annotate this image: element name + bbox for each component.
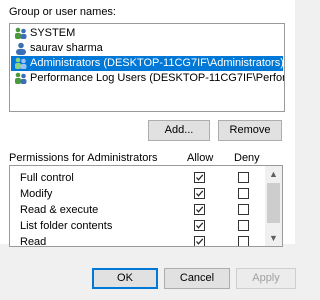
list-item-administrators[interactable]: Administrators (DESKTOP-11CG7IF\Administ…: [11, 56, 284, 71]
deny-checkbox[interactable]: [238, 204, 249, 215]
allow-checkbox[interactable]: [194, 172, 205, 183]
deny-checkbox[interactable]: [238, 236, 249, 246]
deny-checkbox[interactable]: [238, 220, 249, 231]
allow-checkbox[interactable]: [194, 236, 205, 246]
permission-row-read-execute: Read & execute: [10, 202, 265, 218]
list-item-label: Administrators (DESKTOP-11CG7IF\Administ…: [30, 57, 284, 69]
allow-checkbox[interactable]: [194, 188, 205, 199]
deny-header: Deny: [234, 152, 260, 164]
list-item-label: saurav sharma: [30, 42, 103, 54]
user-group-icon: [14, 57, 28, 70]
ok-button[interactable]: OK: [92, 268, 158, 289]
permission-row-list-folder-contents: List folder contents: [10, 218, 265, 234]
list-item-label: Performance Log Users (DESKTOP-11CG7IF\P…: [30, 72, 284, 84]
permission-row-read: Read: [10, 234, 265, 247]
add-button[interactable]: Add...: [148, 120, 210, 141]
permission-row-full-control: Full control: [10, 170, 265, 186]
allow-checkbox[interactable]: [194, 204, 205, 215]
chevron-up-icon[interactable]: ▲: [265, 166, 282, 182]
user-group-icon: [14, 72, 28, 85]
permission-label: Read & execute: [20, 204, 99, 216]
permissions-list: Full control Modify Read & execute List …: [9, 165, 283, 247]
allow-header: Allow: [187, 152, 214, 164]
permission-label: List folder contents: [20, 220, 113, 232]
chevron-down-icon[interactable]: ▼: [265, 230, 282, 246]
permission-label: Read: [20, 236, 47, 247]
cancel-button[interactable]: Cancel: [164, 268, 230, 289]
deny-checkbox[interactable]: [238, 188, 249, 199]
user-icon: [14, 42, 28, 55]
list-item-saurav[interactable]: saurav sharma: [11, 41, 283, 56]
apply-button[interactable]: Apply: [236, 268, 296, 289]
list-item-system[interactable]: SYSTEM: [11, 26, 283, 41]
permission-label: Modify: [20, 188, 53, 200]
permission-row-modify: Modify: [10, 186, 265, 202]
list-item-label: SYSTEM: [30, 27, 76, 39]
deny-checkbox[interactable]: [238, 172, 249, 183]
permissions-scrollbar[interactable]: ▲ ▼: [265, 166, 282, 246]
group-label: Group or user names:: [9, 6, 116, 18]
remove-button[interactable]: Remove: [218, 120, 282, 141]
security-panel: Group or user names: SYSTEM saurav sharm…: [0, 0, 295, 247]
scrollbar-thumb[interactable]: [267, 183, 280, 223]
list-item-performance-log-users[interactable]: Performance Log Users (DESKTOP-11CG7IF\P…: [11, 71, 284, 86]
user-list[interactable]: SYSTEM saurav sharma Administrators (DES…: [9, 23, 285, 112]
allow-checkbox[interactable]: [194, 220, 205, 231]
permissions-header: Permissions for Administrators: [9, 152, 158, 164]
permission-label: Full control: [20, 172, 74, 184]
user-group-icon: [14, 27, 28, 40]
